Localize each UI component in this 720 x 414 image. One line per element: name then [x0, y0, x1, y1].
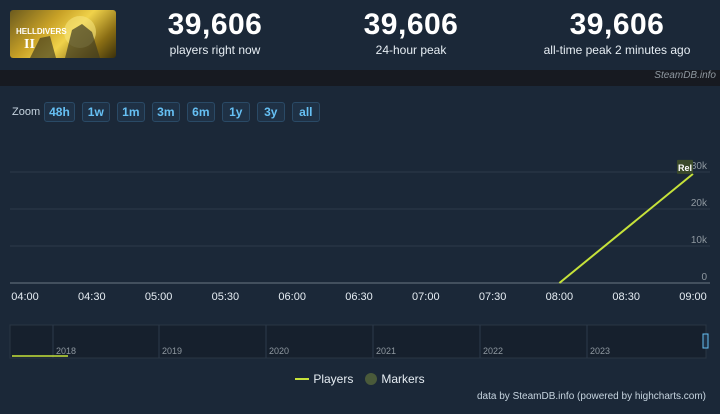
zoom-label: Zoom [12, 106, 41, 118]
zoom-all-button[interactable]: all [291, 102, 320, 122]
x-tick-label: 08:00 [546, 291, 574, 300]
stat-value: 39,606 [363, 8, 459, 41]
x-tick-label: 07:30 [479, 291, 507, 300]
zoom-1m-button[interactable]: 1m [116, 102, 145, 122]
x-tick-label: 09:00 [679, 291, 707, 300]
x-tick-label: 04:30 [78, 291, 106, 300]
legend-label: Markers [381, 372, 425, 386]
stat-value: 39,606 [167, 8, 263, 41]
y-tick-label: 0 [701, 272, 707, 283]
stat-label: 24-hour peak [375, 43, 447, 57]
footer-credit[interactable]: data by SteamDB.info (powered by highcha… [477, 391, 706, 402]
game-cover-image[interactable]: HELLDIVERS II [10, 10, 116, 58]
navigator-year-label: 2020 [269, 346, 289, 356]
x-tick-label: 04:00 [11, 291, 39, 300]
navigator-year-label: 2022 [483, 346, 503, 356]
legend-item-markers[interactable]: Markers [365, 372, 425, 386]
players-line-swatch [295, 378, 310, 380]
y-tick-label: 30k [691, 161, 708, 172]
stats-header: HELLDIVERS II 39,606 players right now 3… [0, 0, 720, 70]
stat-label: all-time peak 2 minutes ago [543, 43, 691, 57]
release-marker-label: Rel [678, 163, 692, 173]
navigator-year-label: 2021 [376, 346, 396, 356]
players-chart[interactable]: 0 10k 20k 30k 04:00 04:30 05:00 05:30 06:00 06:30… [0, 150, 720, 300]
svg-text:II: II [24, 37, 35, 52]
players-series-line[interactable] [558, 173, 694, 284]
x-tick-label: 05:00 [145, 291, 173, 300]
stat-24h-peak: 39,606 24-hour peak [346, 8, 476, 58]
stat-label: players right now [169, 43, 261, 57]
zoom-1w-button[interactable]: 1w [81, 102, 110, 122]
y-tick-label: 20k [691, 198, 708, 209]
zoom-3m-button[interactable]: 3m [151, 102, 180, 122]
stat-all-time-peak: 39,606 all-time peak 2 minutes ago [532, 8, 702, 58]
x-tick-label: 05:30 [212, 291, 240, 300]
stat-players-now: 39,606 players right now [150, 8, 280, 58]
zoom-48h-button[interactable]: 48h [44, 102, 75, 122]
game-cover-art: HELLDIVERS II [16, 16, 100, 58]
chart-legend: Players Markers [0, 372, 720, 386]
x-tick-label: 07:00 [412, 291, 440, 300]
zoom-bar: Zoom 48h 1w 1m 3m 6m 1y 3y all [12, 102, 327, 122]
x-tick-label: 06:30 [345, 291, 373, 300]
x-tick-label: 08:30 [612, 291, 640, 300]
navigator-year-label: 2018 [56, 346, 76, 356]
svg-text:HELLDIVERS: HELLDIVERS [16, 27, 67, 36]
zoom-1y-button[interactable]: 1y [221, 102, 250, 122]
x-tick-label: 06:00 [278, 291, 306, 300]
navigator-range-handle[interactable] [702, 333, 709, 349]
legend-label: Players [313, 372, 354, 386]
zoom-3y-button[interactable]: 3y [256, 102, 285, 122]
zoom-6m-button[interactable]: 6m [186, 102, 215, 122]
navigator-year-label: 2019 [162, 346, 182, 356]
y-tick-label: 10k [691, 235, 708, 246]
navigator-chart[interactable]: 2018 2019 2020 2021 2022 2023 [0, 324, 720, 360]
stat-value: 39,606 [569, 8, 665, 41]
legend-item-players[interactable]: Players [295, 372, 353, 386]
markers-dot-swatch [365, 373, 378, 385]
navigator-year-label: 2023 [590, 346, 610, 356]
steamdb-credit[interactable]: SteamDB.info [654, 70, 716, 81]
